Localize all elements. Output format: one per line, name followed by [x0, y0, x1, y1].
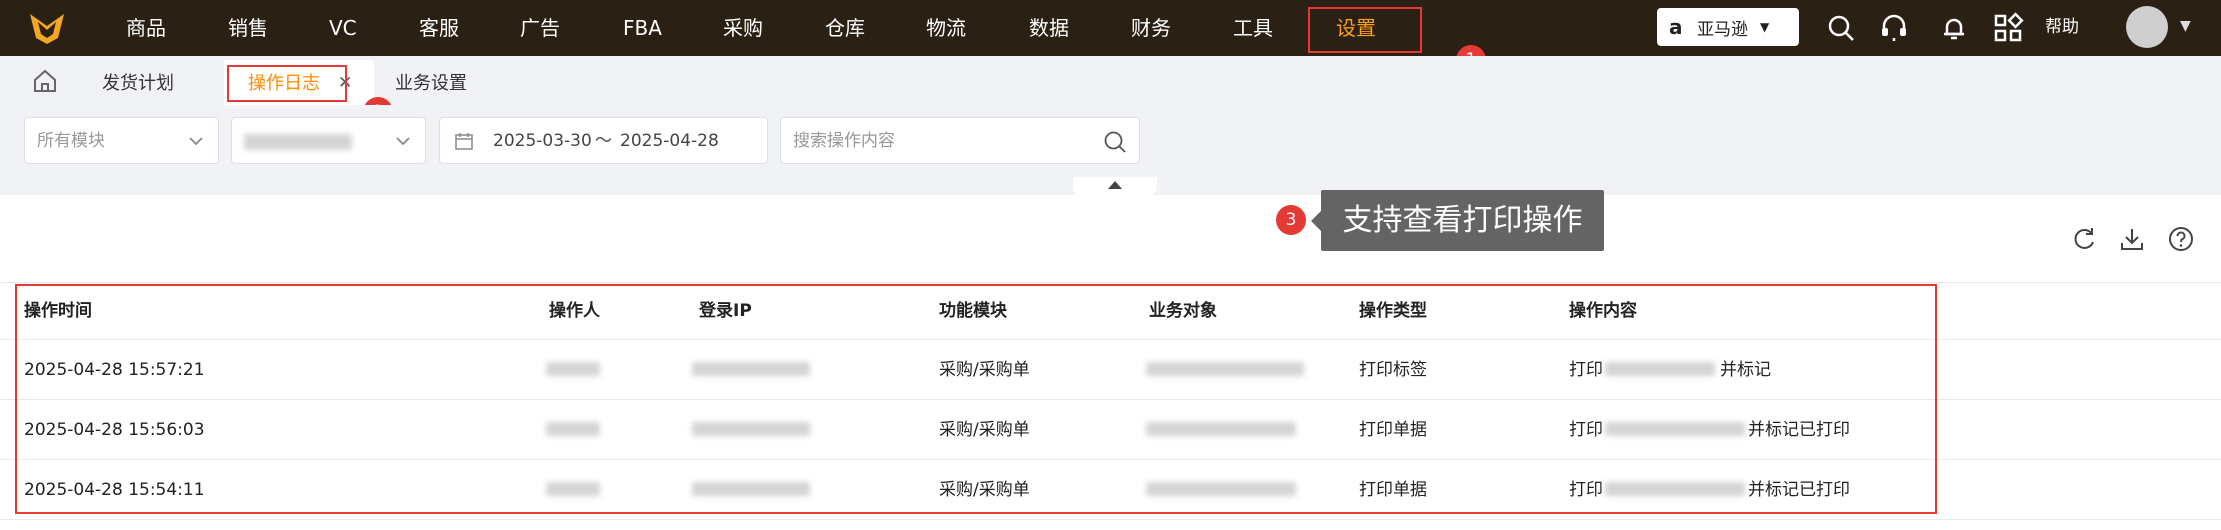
settings-highlight-box	[1308, 7, 1422, 53]
date-separator: ～	[595, 131, 612, 151]
download-icon[interactable]	[2118, 225, 2146, 253]
annotation-tooltip: 支持查看打印操作	[1311, 190, 1604, 251]
date-end: 2025-04-28	[620, 131, 719, 151]
nav-item-customer-service[interactable]: 客服	[419, 0, 459, 56]
table-highlight-box	[15, 284, 1937, 514]
nav-item-vc[interactable]: VC	[329, 0, 357, 56]
nav-item-fba[interactable]: FBA	[623, 0, 662, 56]
nav-item-products[interactable]: 商品	[126, 0, 166, 56]
chevron-down-icon	[396, 137, 410, 146]
search-input[interactable]: 搜索操作内容	[780, 117, 1140, 164]
table-divider	[0, 282, 2221, 283]
caret-up-icon	[1108, 181, 1122, 189]
nav-item-warehouse[interactable]: 仓库	[825, 0, 865, 56]
tab-highlight-box	[227, 65, 347, 102]
table-divider	[0, 519, 2221, 520]
operator-select[interactable]	[231, 117, 426, 164]
refresh-icon[interactable]	[2070, 225, 2098, 253]
avatar[interactable]	[2126, 6, 2168, 48]
amazon-icon: a	[1669, 15, 1683, 39]
nav-item-logistics[interactable]: 物流	[926, 0, 966, 56]
nav-item-data[interactable]: 数据	[1029, 0, 1069, 56]
headset-icon[interactable]	[1878, 12, 1910, 44]
caret-down-icon[interactable]: ▼	[2180, 18, 2191, 34]
brand-logo[interactable]	[28, 10, 66, 46]
home-icon[interactable]	[32, 68, 58, 94]
help-link[interactable]: 帮助	[2045, 0, 2079, 54]
chevron-down-icon	[189, 137, 203, 146]
module-select-placeholder: 所有模块	[37, 131, 105, 151]
tab-business-settings[interactable]: 业务设置	[395, 56, 467, 105]
apps-grid-icon[interactable]	[1992, 12, 2024, 44]
search-icon[interactable]	[1825, 12, 1857, 44]
search-icon[interactable]	[1103, 130, 1127, 154]
top-nav-bar: 商品 销售 VC 客服 广告 FBA 采购 仓库 物流 数据 财务 工具 设置 …	[0, 0, 2221, 56]
step-badge-3: 3	[1276, 205, 1306, 235]
help-circle-icon[interactable]	[2167, 225, 2195, 253]
module-select[interactable]: 所有模块	[24, 117, 219, 164]
nav-item-ads[interactable]: 广告	[520, 0, 560, 56]
bell-icon[interactable]	[1938, 12, 1970, 44]
nav-item-purchase[interactable]: 采购	[723, 0, 763, 56]
nav-item-tools[interactable]: 工具	[1233, 0, 1273, 56]
search-placeholder: 搜索操作内容	[793, 131, 895, 151]
nav-item-sales[interactable]: 销售	[228, 0, 268, 56]
tab-shipment-plan[interactable]: 发货计划	[102, 56, 174, 105]
calendar-icon	[455, 133, 473, 150]
date-range-picker[interactable]: 2025-03-30 ～ 2025-04-28	[439, 117, 768, 164]
caret-down-icon: ▼	[1760, 20, 1770, 34]
redacted-operator	[244, 134, 352, 150]
store-select[interactable]: a 亚马逊 ▼	[1657, 8, 1799, 46]
collapse-filter-toggle[interactable]	[1073, 177, 1157, 197]
date-start: 2025-03-30	[493, 131, 592, 151]
store-select-label: 亚马逊	[1697, 19, 1748, 40]
nav-item-finance[interactable]: 财务	[1131, 0, 1171, 56]
